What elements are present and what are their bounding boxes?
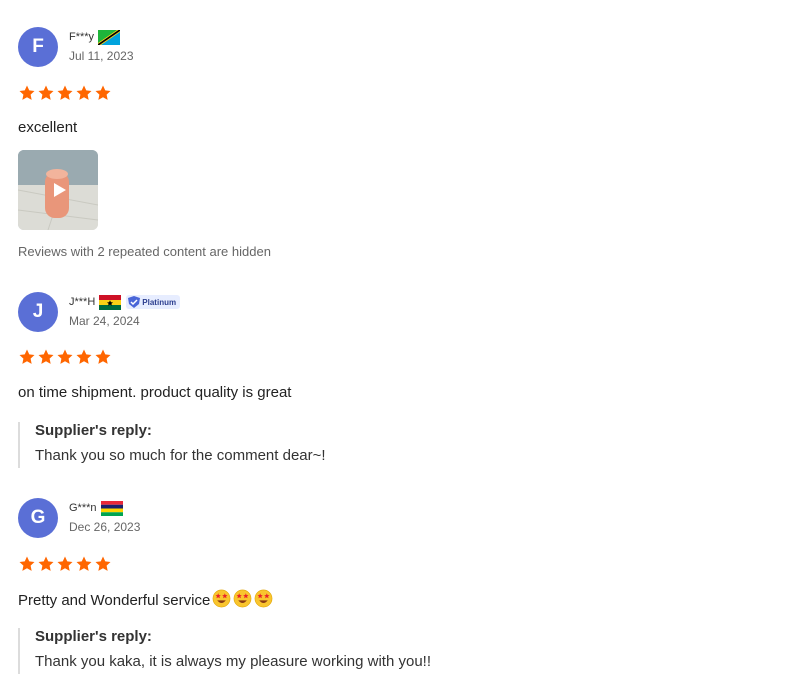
review-text: Pretty and Wonderful service: [18, 592, 211, 609]
ghana-flag-icon: [99, 294, 122, 310]
star-icon: [38, 85, 54, 100]
rating-stars: [18, 348, 112, 366]
star-struck-emoji-icon: [233, 589, 252, 608]
reviewer-name-row: J***H Platinum: [69, 294, 181, 310]
star-icon: [76, 85, 92, 100]
reviewer-meta: G***n Dec 26, 2023: [69, 500, 140, 534]
star-icon: [19, 556, 35, 571]
play-icon: [54, 183, 66, 197]
star-icon: [57, 85, 73, 100]
star-icon: [95, 556, 111, 571]
star-struck-emoji-icon: [212, 589, 231, 608]
reply-text: Thank you kaka, it is always my pleasure…: [35, 653, 431, 670]
star-icon: [76, 556, 92, 571]
supplier-reply: Supplier's reply: Thank you kaka, it is …: [18, 628, 431, 674]
star-struck-emoji-icon: [254, 589, 273, 608]
avatar: G: [18, 498, 58, 538]
reviewer-name: J***H: [69, 296, 96, 308]
platinum-badge: Platinum: [126, 295, 181, 309]
star-icon: [76, 349, 92, 364]
reply-title: Supplier's reply:: [35, 628, 152, 645]
mauritius-flag-icon: [100, 500, 123, 516]
verified-shield-icon: [128, 296, 141, 308]
star-icon: [38, 349, 54, 364]
reviewer-meta: F***y Jul 11, 2023: [69, 29, 134, 63]
star-icon: [57, 349, 73, 364]
reviewer-name: G***n: [69, 502, 97, 514]
review-text-row: Pretty and Wonderful service: [18, 589, 273, 609]
hidden-reviews-note: Reviews with 2 repeated content are hidd…: [18, 244, 271, 259]
review-date: Dec 26, 2023: [69, 520, 141, 534]
reviewer-name-row: F***y: [69, 29, 134, 45]
review-text: excellent: [18, 119, 78, 136]
reply-title: Supplier's reply:: [35, 422, 152, 439]
reviewer-name-row: G***n: [69, 500, 140, 516]
avatar: J: [18, 292, 58, 332]
star-icon: [38, 556, 54, 571]
reviewer-name: F***y: [69, 31, 95, 43]
avatar: F: [18, 27, 58, 67]
review-date: Mar 24, 2024: [69, 314, 140, 328]
star-icon: [57, 556, 73, 571]
star-icon: [19, 349, 35, 364]
rating-stars: [18, 555, 112, 573]
reviewer-meta: J***H Platinum Mar 24, 2024: [69, 294, 181, 328]
star-icon: [19, 85, 35, 100]
review-video-thumbnail[interactable]: [18, 150, 98, 230]
tanzania-flag-icon: [98, 29, 121, 45]
star-icon: [95, 349, 111, 364]
rating-stars: [18, 84, 112, 102]
supplier-reply: Supplier's reply: Thank you so much for …: [18, 422, 326, 468]
reply-text: Thank you so much for the comment dear~!: [35, 447, 326, 464]
review-date: Jul 11, 2023: [69, 49, 134, 63]
badge-label: Platinum: [142, 297, 177, 307]
star-icon: [95, 85, 111, 100]
review-text: on time shipment. product quality is gre…: [18, 384, 292, 401]
